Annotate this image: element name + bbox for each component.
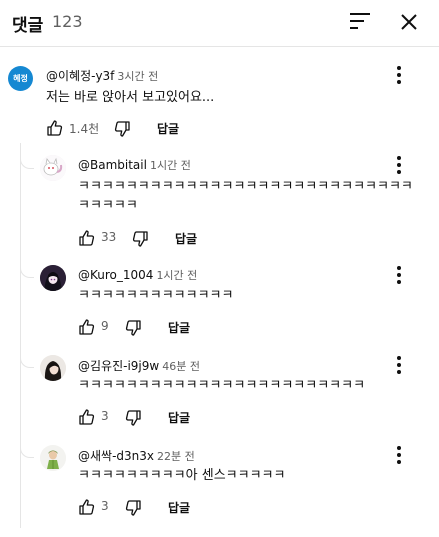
reply-time[interactable]: 46분 전 bbox=[162, 360, 200, 373]
reply-time[interactable]: 1시간 전 bbox=[150, 159, 191, 172]
dislike-icon[interactable] bbox=[113, 120, 131, 138]
comments-count: 123 bbox=[52, 12, 83, 31]
comment-header: @이혜정-y3f 3시간 전 bbox=[46, 67, 158, 84]
like-icon[interactable] bbox=[78, 498, 96, 516]
dislike-icon[interactable] bbox=[124, 409, 142, 427]
avatar[interactable]: 혜정 bbox=[8, 66, 33, 91]
comment-time[interactable]: 3시간 전 bbox=[117, 70, 158, 83]
reply-text-line1: ㅋㅋㅋㅋㅋㅋㅋㅋㅋㅋㅋㅋㅋㅋㅋㅋㅋㅋㅋㅋㅋㅋㅋㅋㅋㅋㅋㅋ bbox=[78, 179, 413, 194]
reply-actions: 9 답글 bbox=[78, 317, 278, 339]
like-count: 3 bbox=[101, 499, 109, 513]
reply-header: @Bambitail 1시간 전 bbox=[78, 157, 191, 173]
comments-title: 댓글 bbox=[12, 16, 44, 36]
reply-text-line1: ㅋㅋㅋㅋㅋㅋㅋㅋㅋ아 센스ㅋㅋㅋㅋㅋ bbox=[78, 468, 286, 483]
more-vert-icon[interactable] bbox=[390, 64, 408, 86]
like-count: 33 bbox=[101, 230, 117, 244]
reply-connector bbox=[20, 252, 34, 278]
reply-button[interactable]: 답글 bbox=[168, 319, 190, 336]
reply-author[interactable]: @새싹-d3n3x bbox=[78, 449, 154, 463]
like-icon[interactable] bbox=[78, 408, 96, 426]
avatar-initials: 혜정 bbox=[13, 74, 28, 83]
dislike-icon[interactable] bbox=[124, 319, 142, 337]
avatar[interactable] bbox=[40, 155, 66, 181]
reply-header: @Kuro_1004 1시간 전 bbox=[78, 267, 197, 283]
reply-actions: 3 답글 bbox=[78, 497, 278, 519]
reply-connector bbox=[20, 143, 34, 169]
header-divider bbox=[0, 46, 439, 47]
comment-actions: 1.4천 답글 bbox=[46, 118, 246, 140]
reply-actions: 33 답글 bbox=[78, 228, 278, 250]
reply-connector bbox=[20, 431, 34, 458]
reply-text-line1: ㅋㅋㅋㅋㅋㅋㅋㅋㅋㅋㅋㅋㅋㅋㅋㅋㅋㅋㅋㅋㅋㅋㅋㅋ bbox=[78, 378, 366, 393]
close-icon[interactable] bbox=[396, 9, 422, 35]
more-vert-icon[interactable] bbox=[390, 264, 408, 286]
reply-button[interactable]: 답글 bbox=[168, 499, 190, 516]
more-vert-icon[interactable] bbox=[390, 444, 408, 466]
like-count: 1.4천 bbox=[69, 122, 100, 136]
avatar[interactable] bbox=[40, 265, 66, 291]
reply-author[interactable]: @김유진-i9j9w bbox=[78, 359, 159, 373]
like-icon[interactable] bbox=[46, 119, 64, 137]
like-count: 3 bbox=[101, 409, 109, 423]
avatar[interactable] bbox=[40, 355, 66, 381]
reply-button[interactable]: 답글 bbox=[168, 409, 190, 426]
reply-header: @김유진-i9j9w 46분 전 bbox=[78, 357, 200, 374]
more-vert-icon[interactable] bbox=[390, 154, 408, 176]
like-icon[interactable] bbox=[78, 318, 96, 336]
reply-author[interactable]: @Bambitail bbox=[78, 158, 147, 172]
like-icon[interactable] bbox=[78, 229, 96, 247]
reply-actions: 3 답글 bbox=[78, 407, 278, 429]
reply-connector bbox=[20, 341, 34, 368]
dislike-icon[interactable] bbox=[124, 499, 142, 517]
comments-header: 댓글 123 bbox=[0, 0, 439, 46]
avatar[interactable] bbox=[40, 445, 66, 471]
reply-time[interactable]: 1시간 전 bbox=[156, 269, 197, 282]
reply-button[interactable]: 답글 bbox=[157, 120, 179, 137]
reply-text-line2: ㅋㅋㅋㅋㅋ bbox=[78, 198, 138, 213]
reply-time[interactable]: 22분 전 bbox=[157, 450, 195, 463]
reply-text-line1: ㅋㅋㅋㅋㅋㅋㅋㅋㅋㅋㅋㅋㅋ bbox=[78, 288, 234, 303]
sort-icon[interactable] bbox=[348, 10, 374, 32]
like-count: 9 bbox=[101, 319, 109, 333]
more-vert-icon[interactable] bbox=[390, 354, 408, 376]
comment-author[interactable]: @이혜정-y3f bbox=[46, 69, 114, 83]
reply-header: @새싹-d3n3x 22분 전 bbox=[78, 447, 195, 464]
thread-line bbox=[20, 143, 21, 528]
reply-button[interactable]: 답글 bbox=[175, 230, 197, 247]
reply-author[interactable]: @Kuro_1004 bbox=[78, 268, 153, 282]
dislike-icon[interactable] bbox=[131, 230, 149, 248]
comment-text: 저는 바로 앉아서 보고있어요... bbox=[46, 90, 215, 105]
